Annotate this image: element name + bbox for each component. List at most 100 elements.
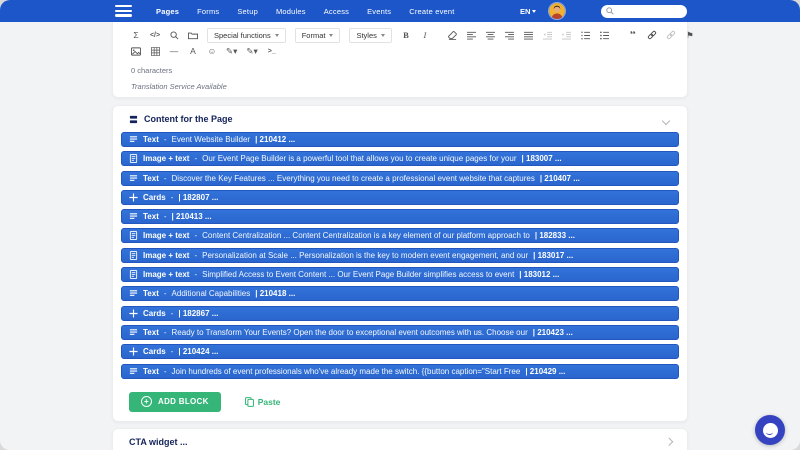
block-id: | 210418 ...: [255, 289, 295, 298]
unlink-icon[interactable]: [666, 29, 676, 41]
content-block-row[interactable]: Image + text-Personalization at Scale ..…: [121, 248, 679, 263]
ordered-list-icon[interactable]: [581, 29, 591, 41]
avatar[interactable]: [549, 3, 565, 19]
dropdown-styles[interactable]: Styles: [349, 28, 391, 43]
block-type-label: Image + text: [143, 251, 189, 260]
content-block-row[interactable]: Text-Discover the Key Features ... Every…: [121, 171, 679, 186]
block-id: | 183012 ...: [519, 270, 559, 279]
eraser-icon[interactable]: [448, 29, 458, 41]
cta-section[interactable]: CTA widget ...: [112, 428, 688, 450]
content-actions: + ADD BLOCK Paste: [113, 383, 687, 421]
dropdown-special-functions[interactable]: Special functions: [207, 28, 286, 43]
text-color-icon[interactable]: ✎▾: [226, 45, 237, 57]
block-id: | 210412 ...: [255, 135, 295, 144]
content-block-row[interactable]: Cards-| 182807 ...: [121, 190, 679, 205]
outdent-icon[interactable]: [543, 29, 553, 41]
block-type-label: Image + text: [143, 154, 189, 163]
chevron-down-icon: [275, 34, 279, 37]
hr-icon[interactable]: —: [169, 45, 179, 57]
page-body: Σ </> Special functions Format Styles BI “ ⚑ — A…: [0, 22, 800, 450]
bg-color-icon[interactable]: ✎▾: [246, 45, 257, 57]
nav-item-forms[interactable]: Forms: [197, 7, 219, 16]
nav-item-setup[interactable]: Setup: [237, 7, 258, 16]
add-block-button[interactable]: + ADD BLOCK: [129, 392, 221, 412]
block-type-label: Image + text: [143, 270, 189, 279]
content-block-row[interactable]: Text-| 210413 ...: [121, 209, 679, 224]
quote-icon[interactable]: “: [628, 31, 638, 39]
code-icon[interactable]: </>: [150, 29, 160, 41]
search-input[interactable]: [617, 8, 682, 15]
text-block-icon: [129, 174, 138, 183]
block-separator: -: [164, 212, 167, 221]
nav-item-events[interactable]: Events: [367, 7, 391, 16]
anchor-flag-icon[interactable]: ⚑: [685, 29, 695, 41]
chat-face-icon: [763, 423, 778, 438]
sum-icon[interactable]: Σ: [131, 29, 141, 41]
block-id: | 210423 ...: [533, 328, 573, 337]
content-block-row[interactable]: Text-Additional Capabilities| 210418 ...: [121, 286, 679, 301]
chevron-down-icon: [329, 34, 333, 37]
emoji-icon[interactable]: ☺: [207, 45, 217, 57]
cta-section-title: CTA widget ...: [129, 437, 188, 447]
nav-item-access[interactable]: Access: [324, 7, 349, 16]
content-block-row[interactable]: Cards-| 210424 ...: [121, 344, 679, 359]
content-block-row[interactable]: Image + text-Content Centralization ... …: [121, 228, 679, 243]
paste-button[interactable]: Paste: [245, 397, 281, 407]
justify-icon[interactable]: [524, 29, 534, 41]
language-selector[interactable]: EN: [520, 0, 536, 22]
content-block-row[interactable]: Image + text-Our Event Page Builder is a…: [121, 151, 679, 166]
translation-note: Translation Service Available: [131, 82, 673, 91]
block-type-label: Text: [143, 174, 159, 183]
content-block-row[interactable]: Image + text-Simplified Access to Event …: [121, 267, 679, 282]
cards-block-icon: [129, 309, 138, 318]
content-block-row[interactable]: Text-Join hundreds of event professional…: [121, 364, 679, 379]
paste-label: Paste: [258, 397, 281, 407]
image-text-block-icon: [129, 231, 138, 240]
block-separator: -: [171, 347, 174, 356]
hamburger-menu-icon[interactable]: [115, 5, 132, 17]
image-icon[interactable]: [131, 45, 141, 57]
nav-item-pages[interactable]: Pages: [156, 7, 179, 16]
paste-icon: [245, 397, 254, 407]
content-block-list: Text - Event Website Builder | 210412 ... Im…: [113, 130, 687, 379]
content-section-header[interactable]: Content for the Page: [113, 106, 687, 130]
nav-item-create-event[interactable]: Create event: [409, 7, 454, 16]
block-description: Join hundreds of event professionals who…: [172, 367, 521, 376]
block-id: | 210413 ...: [172, 212, 212, 221]
link-icon[interactable]: [647, 29, 657, 41]
block-id: | 183007 ...: [522, 154, 562, 163]
search-box[interactable]: [601, 5, 687, 18]
bold-icon[interactable]: B: [401, 29, 411, 41]
italic-icon[interactable]: I: [420, 29, 430, 41]
block-description: Ready to Transform Your Events? Open the…: [172, 328, 528, 337]
toolbar-row-2: — A ☺ ✎▾ ✎▾ >_: [131, 43, 673, 59]
block-description: Event Website Builder: [172, 135, 251, 144]
block-id: | 210407 ...: [540, 174, 580, 183]
content-block-row[interactable]: Text-Event Website Builder| 210412 ...: [121, 132, 679, 147]
content-block-row[interactable]: Text-Ready to Transform Your Events? Ope…: [121, 325, 679, 340]
indent-icon[interactable]: [562, 29, 572, 41]
chat-widget-button[interactable]: [755, 415, 785, 445]
block-description: Additional Capabilities: [172, 289, 251, 298]
block-separator: -: [164, 328, 167, 337]
code-block-icon[interactable]: >_: [267, 45, 277, 57]
unordered-list-icon[interactable]: [600, 29, 610, 41]
align-right-icon[interactable]: [505, 29, 515, 41]
collapse-chevron-icon[interactable]: [662, 117, 670, 125]
block-separator: -: [171, 193, 174, 202]
font-size-icon[interactable]: A: [188, 45, 198, 57]
align-center-icon[interactable]: [486, 29, 496, 41]
block-description: Personalization at Scale ... Personaliza…: [202, 251, 528, 260]
add-block-label: ADD BLOCK: [158, 397, 209, 406]
table-icon[interactable]: [150, 45, 160, 57]
dropdown-format[interactable]: Format: [295, 28, 341, 43]
nav-item-modules[interactable]: Modules: [276, 7, 306, 16]
block-separator: -: [194, 270, 197, 279]
cards-block-icon: [129, 347, 138, 356]
content-block-row[interactable]: Cards-| 182867 ...: [121, 306, 679, 321]
folder-icon[interactable]: [188, 29, 198, 41]
align-left-icon[interactable]: [467, 29, 477, 41]
block-id: | 182867 ...: [178, 309, 218, 318]
search-toolbar-icon[interactable]: [169, 29, 179, 41]
plus-icon: +: [141, 396, 152, 407]
